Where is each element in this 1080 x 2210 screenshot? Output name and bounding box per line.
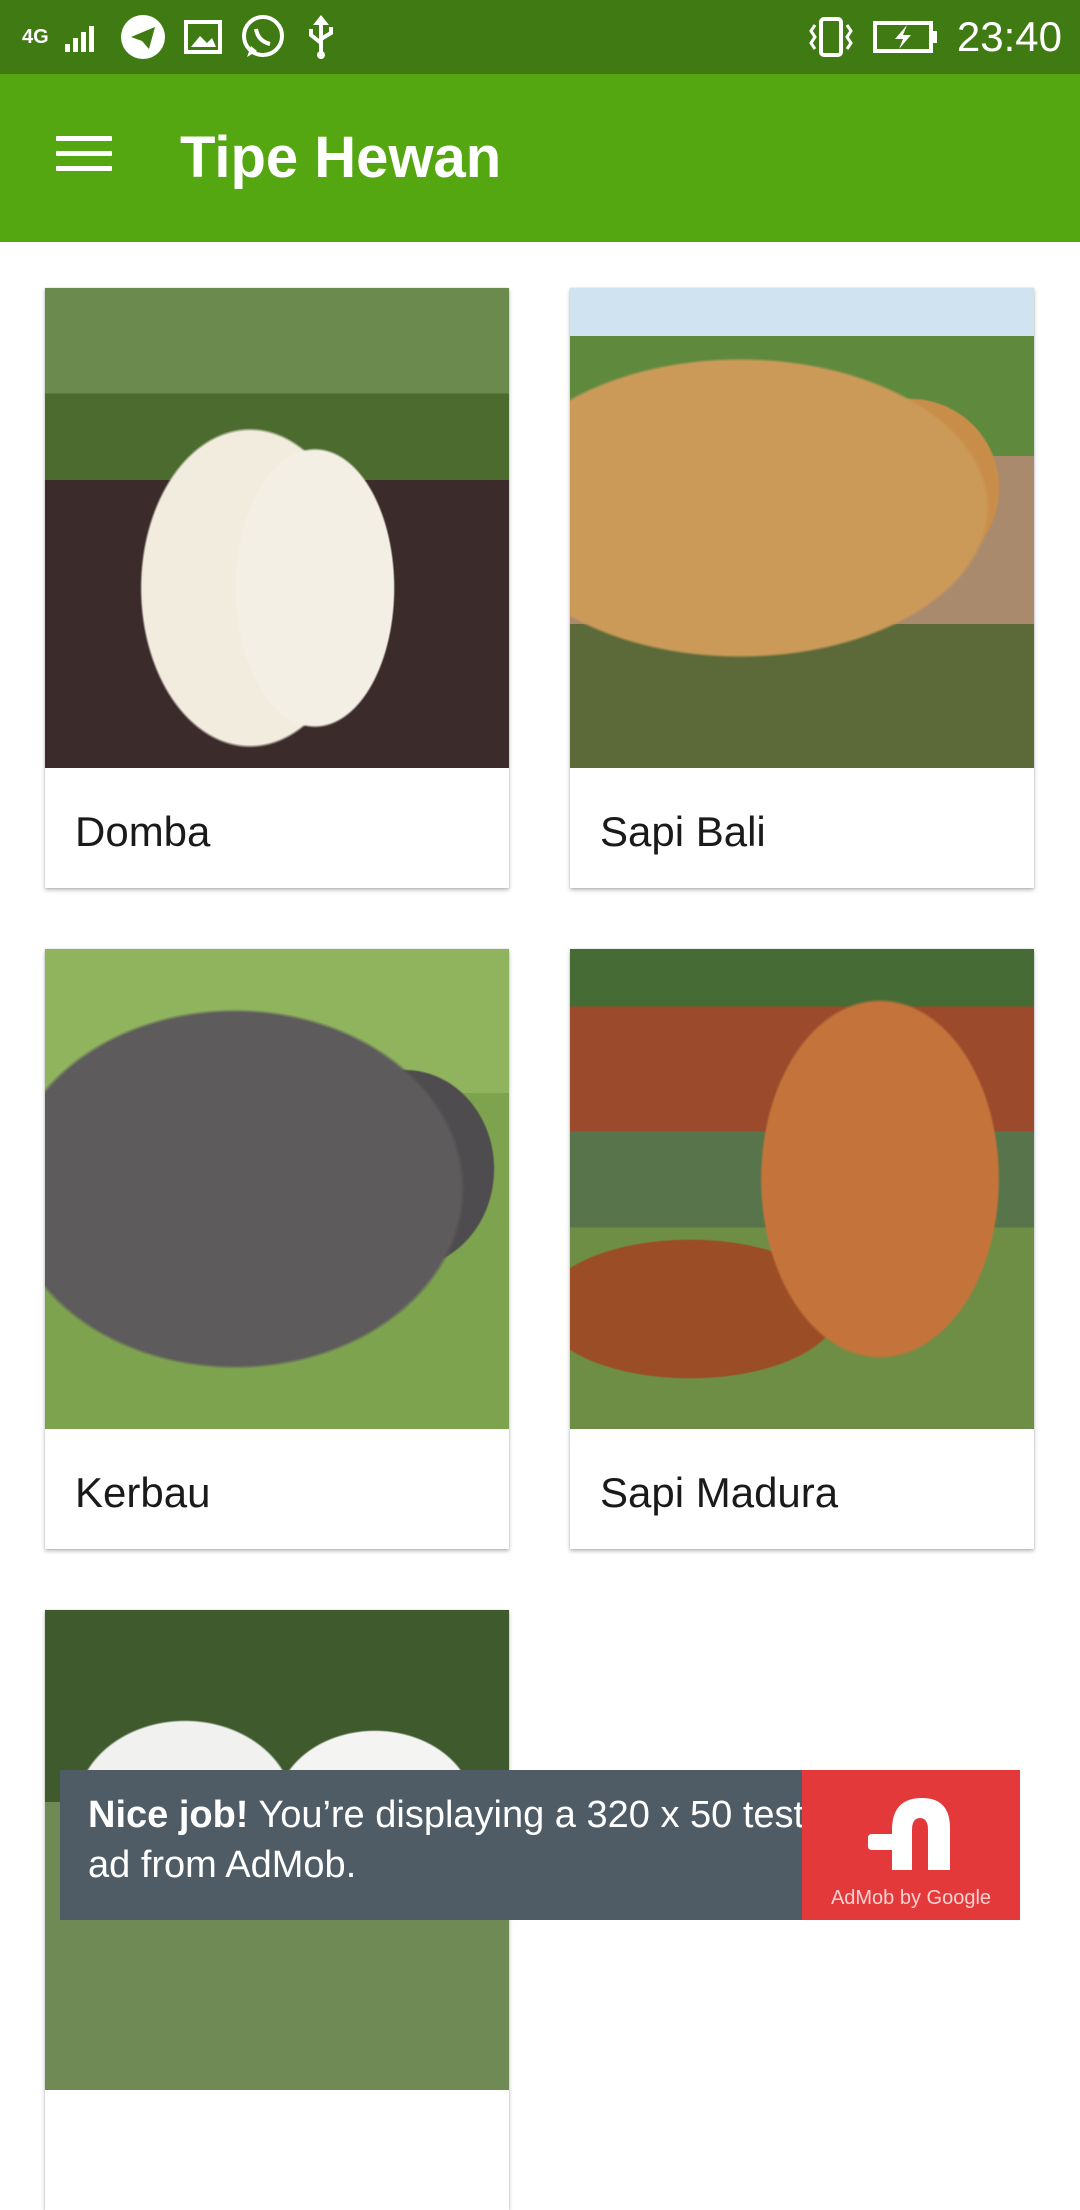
ad-headline: Nice job! [88, 1794, 249, 1836]
domba-image [45, 288, 509, 768]
status-right-icons: 23:40 [807, 10, 1062, 64]
status-bar: 4G 23:40 [0, 0, 1080, 74]
battery-charging-icon [872, 19, 939, 55]
status-left-icons: 4G [22, 10, 339, 64]
card-kerbau[interactable]: Kerbau [45, 949, 509, 1549]
sapi-bali-image [570, 288, 1034, 768]
whatsapp-icon [239, 13, 287, 61]
gallery-icon [183, 17, 223, 57]
app-bar: Tipe Hewan [0, 74, 1080, 242]
card-domba[interactable]: Domba [45, 288, 509, 888]
usb-icon [303, 13, 339, 61]
card-label: Sapi Bali [600, 808, 766, 855]
signal-strength-icon [64, 22, 103, 52]
sapi-madura-image [570, 949, 1034, 1429]
clock: 23:40 [956, 13, 1062, 60]
page-title: Tipe Hewan [180, 125, 502, 190]
admob-brand-text: AdMob by Google [830, 1887, 992, 1909]
card-sapi-bali[interactable]: Sapi Bali [570, 288, 1034, 888]
card-label: Domba [75, 808, 211, 855]
vibrate-icon [807, 15, 855, 59]
network-type-label: 4G [22, 26, 49, 48]
card-label: Kerbau [75, 1469, 211, 1516]
ad-text: Nice job! You’re displaying a 320 x 50 t… [88, 1790, 828, 1890]
hamburger-menu-icon[interactable] [46, 128, 118, 188]
telegram-icon [119, 13, 167, 61]
kerbau-image [45, 949, 509, 1429]
card-sapi-madura[interactable]: Sapi Madura [570, 949, 1034, 1549]
ad-banner[interactable]: Nice job! You’re displaying a 320 x 50 t… [60, 1770, 1020, 1920]
card-label: Sapi Madura [600, 1469, 839, 1516]
admob-logo-icon [868, 1798, 950, 1870]
admob-logo: AdMob by Google [802, 1770, 1020, 1920]
